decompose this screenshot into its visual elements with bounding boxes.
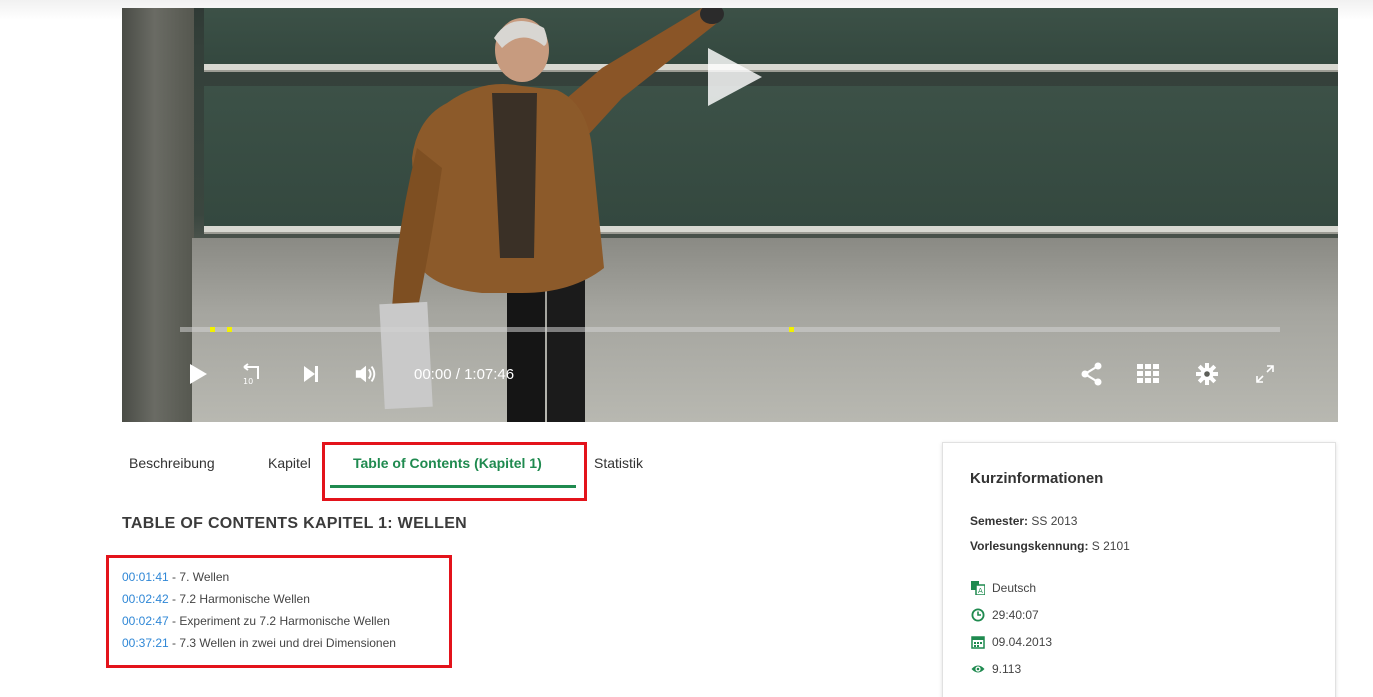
calendar-icon xyxy=(970,634,985,649)
course-id-label: Vorlesungskennung: xyxy=(970,539,1089,553)
page: 10 00:00 / 1:07:46 Beschreibung Kapitel … xyxy=(0,0,1373,697)
fullscreen-icon[interactable] xyxy=(1253,362,1277,386)
toc-separator: - xyxy=(168,614,180,628)
toc-separator: - xyxy=(168,592,180,606)
total-time: 1:07:46 xyxy=(464,366,515,383)
play-icon[interactable] xyxy=(186,362,210,386)
toc-timestamp-link[interactable]: 00:02:42 xyxy=(122,592,169,606)
language-icon: A xyxy=(970,580,985,595)
player-controls: 10 00:00 / 1:07:46 xyxy=(122,354,1338,394)
tab-bar: Beschreibung Kapitel Table of Contents (… xyxy=(122,446,682,496)
toc-timestamp-link[interactable]: 00:37:21 xyxy=(122,636,169,650)
semester-value: SS 2013 xyxy=(1031,514,1078,528)
toc-entry-title: 7. Wellen xyxy=(179,570,230,584)
info-card-title: Kurzinformationen xyxy=(970,470,1104,487)
video-player[interactable]: 10 00:00 / 1:07:46 xyxy=(122,8,1338,422)
chapter-marker[interactable] xyxy=(227,327,232,332)
current-time: 00:00 xyxy=(414,366,452,383)
eye-icon xyxy=(970,661,985,676)
toc-entry-title: 7.2 Harmonische Wellen xyxy=(179,592,310,606)
rewind-10-icon[interactable]: 10 xyxy=(240,362,264,386)
chapter-marker[interactable] xyxy=(210,327,215,332)
toc-separator: - xyxy=(168,636,180,650)
grid-icon[interactable] xyxy=(1136,362,1160,386)
toc-list: 00:01:41 - 7. Wellen 00:02:42 - 7.2 Harm… xyxy=(122,566,452,654)
chapter-marker[interactable] xyxy=(789,327,794,332)
semester-row: Semester: SS 2013 xyxy=(970,514,1077,528)
time-separator: / xyxy=(455,366,460,383)
active-tab-indicator xyxy=(330,485,576,488)
big-play-button[interactable] xyxy=(708,48,762,106)
toc-entry: 00:02:42 - 7.2 Harmonische Wellen xyxy=(122,588,452,610)
views-value: 9.113 xyxy=(992,661,1022,676)
toc-entry: 00:37:21 - 7.3 Wellen in zwei und drei D… xyxy=(122,632,452,654)
toc-timestamp-link[interactable]: 00:01:41 xyxy=(122,570,169,584)
toc-timestamp-link[interactable]: 00:02:47 xyxy=(122,614,169,628)
views-row: 9.113 xyxy=(970,661,1021,676)
date-value: 09.04.2013 xyxy=(992,634,1053,649)
svg-text:A: A xyxy=(978,587,983,595)
progress-bar[interactable] xyxy=(180,327,1280,332)
toc-heading: TABLE OF CONTENTS KAPITEL 1: WELLEN xyxy=(122,515,468,532)
info-card: Kurzinformationen Semester: SS 2013 Vorl… xyxy=(942,442,1336,697)
language-value: Deutsch xyxy=(992,580,1037,595)
time-display: 00:00 / 1:07:46 xyxy=(414,366,514,383)
share-icon[interactable] xyxy=(1080,362,1104,386)
toc-entry-title: Experiment zu 7.2 Harmonische Wellen xyxy=(179,614,390,628)
date-row: 09.04.2013 xyxy=(970,634,1052,649)
svg-text:10: 10 xyxy=(243,377,253,385)
course-id-value: S 2101 xyxy=(1091,539,1130,553)
tab-table-of-contents[interactable]: Table of Contents (Kapitel 1) xyxy=(353,455,542,471)
toc-entry: 00:02:47 - Experiment zu 7.2 Harmonische… xyxy=(122,610,452,632)
gear-icon[interactable] xyxy=(1195,362,1219,386)
tab-kapitel[interactable]: Kapitel xyxy=(268,455,311,471)
toc-separator: - xyxy=(168,570,180,584)
clock-icon xyxy=(970,607,985,622)
tab-beschreibung[interactable]: Beschreibung xyxy=(129,455,215,471)
toc-entry: 00:01:41 - 7. Wellen xyxy=(122,566,452,588)
language-row: A Deutsch xyxy=(970,580,1036,595)
skip-next-icon[interactable] xyxy=(299,362,323,386)
course-id-row: Vorlesungskennung: S 2101 xyxy=(970,539,1130,553)
volume-icon[interactable] xyxy=(354,362,378,386)
duration-value: 29:40:07 xyxy=(992,607,1039,622)
toc-entry-title: 7.3 Wellen in zwei und drei Dimensionen xyxy=(179,636,396,650)
semester-label: Semester: xyxy=(970,514,1029,528)
tab-statistik[interactable]: Statistik xyxy=(594,455,643,471)
duration-row: 29:40:07 xyxy=(970,607,1039,622)
